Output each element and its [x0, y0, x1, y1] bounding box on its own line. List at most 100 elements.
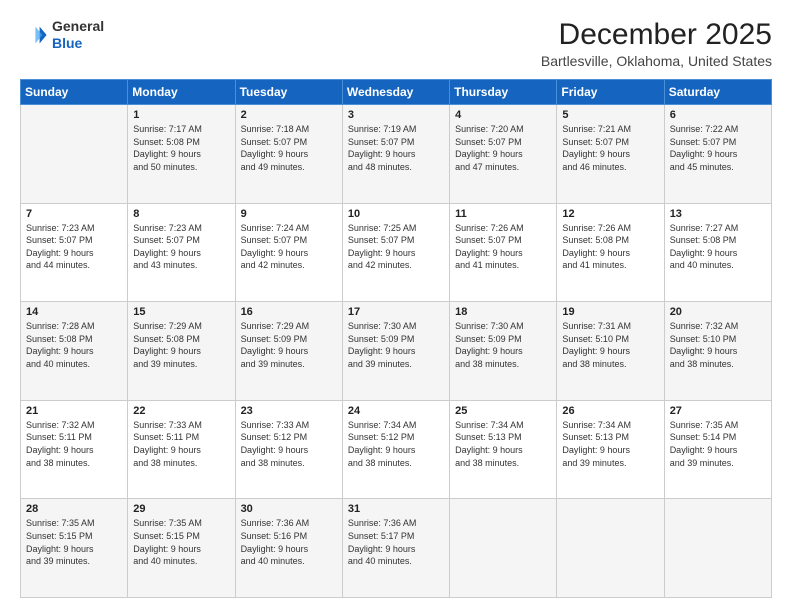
- day-info: Sunrise: 7:36 AM Sunset: 5:16 PM Dayligh…: [241, 517, 337, 567]
- day-info: Sunrise: 7:30 AM Sunset: 5:09 PM Dayligh…: [348, 320, 444, 370]
- calendar-cell: 23 Sunrise: 7:33 AM Sunset: 5:12 PM Dayli…: [235, 400, 342, 499]
- day-info: Sunrise: 7:29 AM Sunset: 5:08 PM Dayligh…: [133, 320, 229, 370]
- day-info: Sunrise: 7:36 AM Sunset: 5:17 PM Dayligh…: [348, 517, 444, 567]
- logo-text: General Blue: [52, 18, 104, 52]
- calendar-table: SundayMondayTuesdayWednesdayThursdayFrid…: [20, 79, 772, 598]
- calendar-cell: 2 Sunrise: 7:18 AM Sunset: 5:07 PM Daylig…: [235, 105, 342, 204]
- day-info: Sunrise: 7:34 AM Sunset: 5:13 PM Dayligh…: [455, 419, 551, 469]
- calendar-cell: 7 Sunrise: 7:23 AM Sunset: 5:07 PM Daylig…: [21, 203, 128, 302]
- calendar-header-row: SundayMondayTuesdayWednesdayThursdayFrid…: [21, 80, 772, 105]
- calendar-cell: 27 Sunrise: 7:35 AM Sunset: 5:14 PM Dayli…: [664, 400, 771, 499]
- calendar-cell: 29Sunrise: 7:35 AM Sunset: 5:15 PM Dayli…: [128, 499, 235, 598]
- day-info: Sunrise: 7:31 AM Sunset: 5:10 PM Dayligh…: [562, 320, 658, 370]
- day-info: Sunrise: 7:30 AM Sunset: 5:09 PM Dayligh…: [455, 320, 551, 370]
- calendar-cell: 10Sunrise: 7:25 AM Sunset: 5:07 PM Dayli…: [342, 203, 449, 302]
- day-number: 28: [26, 503, 122, 515]
- day-info: Sunrise: 7:22 AM Sunset: 5:07 PM Dayligh…: [670, 123, 766, 173]
- calendar-cell: 28Sunrise: 7:35 AM Sunset: 5:15 PM Dayli…: [21, 499, 128, 598]
- day-number: 31: [348, 503, 444, 515]
- calendar-cell: 13 Sunrise: 7:27 AM Sunset: 5:08 PM Dayli…: [664, 203, 771, 302]
- calendar-cell: 18 Sunrise: 7:30 AM Sunset: 5:09 PM Dayli…: [450, 302, 557, 401]
- calendar-cell: 6 Sunrise: 7:22 AM Sunset: 5:07 PM Daylig…: [664, 105, 771, 204]
- day-number: 17: [348, 306, 444, 318]
- header: General Blue December 2025 Bartlesville,…: [20, 18, 772, 69]
- calendar-week-row: 28 Sunrise: 7:35 AM Sunset: 5:15 PM Dayli…: [21, 499, 772, 598]
- calendar-header-cell: Thursday: [450, 80, 557, 105]
- day-info: Sunrise: 7:20 AM Sunset: 5:07 PM Dayligh…: [455, 123, 551, 173]
- title-block: December 2025 Bartlesville, Oklahoma, Un…: [541, 18, 772, 69]
- day-info: Sunrise: 7:21 AM Sunset: 5:07 PM Dayligh…: [562, 123, 658, 173]
- day-number: 9: [241, 208, 337, 220]
- day-info: Sunrise: 7:26 AM Sunset: 5:07 PM Dayligh…: [455, 222, 551, 272]
- day-number: 5: [562, 109, 658, 121]
- calendar-cell: [21, 105, 128, 204]
- logo-line1: General: [52, 18, 104, 35]
- day-number: 2: [241, 109, 337, 121]
- calendar-cell: 24Sunrise: 7:34 AM Sunset: 5:12 PM Dayli…: [342, 400, 449, 499]
- calendar-week-row: 21 Sunrise: 7:32 AM Sunset: 5:11 PM Dayli…: [21, 400, 772, 499]
- day-info: Sunrise: 7:35 AM Sunset: 5:15 PM Dayligh…: [133, 517, 229, 567]
- calendar-header-cell: Saturday: [664, 80, 771, 105]
- day-number: 12: [562, 208, 658, 220]
- calendar-cell: 31 Sunrise: 7:36 AM Sunset: 5:17 PM Dayli…: [342, 499, 449, 598]
- calendar-cell: 5 Sunrise: 7:21 AM Sunset: 5:07 PM Daylig…: [557, 105, 664, 204]
- day-number: 13: [670, 208, 766, 220]
- logo: General Blue: [20, 18, 104, 52]
- day-number: 6: [670, 109, 766, 121]
- calendar-cell: 12Sunrise: 7:26 AM Sunset: 5:08 PM Dayli…: [557, 203, 664, 302]
- day-number: 30: [241, 503, 337, 515]
- calendar-cell: 4Sunrise: 7:20 AM Sunset: 5:07 PM Daylig…: [450, 105, 557, 204]
- day-number: 11: [455, 208, 551, 220]
- subtitle: Bartlesville, Oklahoma, United States: [541, 53, 772, 69]
- day-number: 15: [133, 306, 229, 318]
- calendar-cell: 8Sunrise: 7:23 AM Sunset: 5:07 PM Daylig…: [128, 203, 235, 302]
- day-number: 7: [26, 208, 122, 220]
- logo-line2: Blue: [52, 35, 104, 52]
- day-info: Sunrise: 7:33 AM Sunset: 5:12 PM Dayligh…: [241, 419, 337, 469]
- day-number: 3: [348, 109, 444, 121]
- day-number: 26: [562, 405, 658, 417]
- day-number: 25: [455, 405, 551, 417]
- day-info: Sunrise: 7:33 AM Sunset: 5:11 PM Dayligh…: [133, 419, 229, 469]
- day-info: Sunrise: 7:28 AM Sunset: 5:08 PM Dayligh…: [26, 320, 122, 370]
- day-info: Sunrise: 7:18 AM Sunset: 5:07 PM Dayligh…: [241, 123, 337, 173]
- calendar-cell: 14 Sunrise: 7:28 AM Sunset: 5:08 PM Dayli…: [21, 302, 128, 401]
- day-number: 19: [562, 306, 658, 318]
- day-number: 21: [26, 405, 122, 417]
- day-number: 10: [348, 208, 444, 220]
- day-number: 23: [241, 405, 337, 417]
- calendar-cell: 3Sunrise: 7:19 AM Sunset: 5:07 PM Daylig…: [342, 105, 449, 204]
- calendar-cell: 16Sunrise: 7:29 AM Sunset: 5:09 PM Dayli…: [235, 302, 342, 401]
- calendar-cell: 11 Sunrise: 7:26 AM Sunset: 5:07 PM Dayli…: [450, 203, 557, 302]
- day-info: Sunrise: 7:32 AM Sunset: 5:11 PM Dayligh…: [26, 419, 122, 469]
- calendar-header-cell: Monday: [128, 80, 235, 105]
- day-number: 8: [133, 208, 229, 220]
- day-info: Sunrise: 7:34 AM Sunset: 5:13 PM Dayligh…: [562, 419, 658, 469]
- day-info: Sunrise: 7:24 AM Sunset: 5:07 PM Dayligh…: [241, 222, 337, 272]
- calendar-week-row: 1Sunrise: 7:17 AM Sunset: 5:08 PM Daylig…: [21, 105, 772, 204]
- day-number: 27: [670, 405, 766, 417]
- calendar-cell: 17 Sunrise: 7:30 AM Sunset: 5:09 PM Dayli…: [342, 302, 449, 401]
- calendar-cell: 21 Sunrise: 7:32 AM Sunset: 5:11 PM Dayli…: [21, 400, 128, 499]
- day-number: 20: [670, 306, 766, 318]
- day-number: 14: [26, 306, 122, 318]
- calendar-cell: 22Sunrise: 7:33 AM Sunset: 5:11 PM Dayli…: [128, 400, 235, 499]
- day-info: Sunrise: 7:34 AM Sunset: 5:12 PM Dayligh…: [348, 419, 444, 469]
- calendar-cell: 25 Sunrise: 7:34 AM Sunset: 5:13 PM Dayli…: [450, 400, 557, 499]
- calendar-header-cell: Tuesday: [235, 80, 342, 105]
- main-title: December 2025: [541, 18, 772, 51]
- day-info: Sunrise: 7:27 AM Sunset: 5:08 PM Dayligh…: [670, 222, 766, 272]
- day-info: Sunrise: 7:35 AM Sunset: 5:14 PM Dayligh…: [670, 419, 766, 469]
- calendar-cell: 1Sunrise: 7:17 AM Sunset: 5:08 PM Daylig…: [128, 105, 235, 204]
- day-info: Sunrise: 7:23 AM Sunset: 5:07 PM Dayligh…: [26, 222, 122, 272]
- page: General Blue December 2025 Bartlesville,…: [0, 0, 792, 612]
- day-info: Sunrise: 7:29 AM Sunset: 5:09 PM Dayligh…: [241, 320, 337, 370]
- logo-icon: [20, 21, 48, 49]
- calendar-cell: 20 Sunrise: 7:32 AM Sunset: 5:10 PM Dayli…: [664, 302, 771, 401]
- day-info: Sunrise: 7:32 AM Sunset: 5:10 PM Dayligh…: [670, 320, 766, 370]
- calendar-cell: [450, 499, 557, 598]
- calendar-week-row: 7 Sunrise: 7:23 AM Sunset: 5:07 PM Daylig…: [21, 203, 772, 302]
- day-number: 18: [455, 306, 551, 318]
- calendar-header-cell: Wednesday: [342, 80, 449, 105]
- calendar-cell: 19 Sunrise: 7:31 AM Sunset: 5:10 PM Dayli…: [557, 302, 664, 401]
